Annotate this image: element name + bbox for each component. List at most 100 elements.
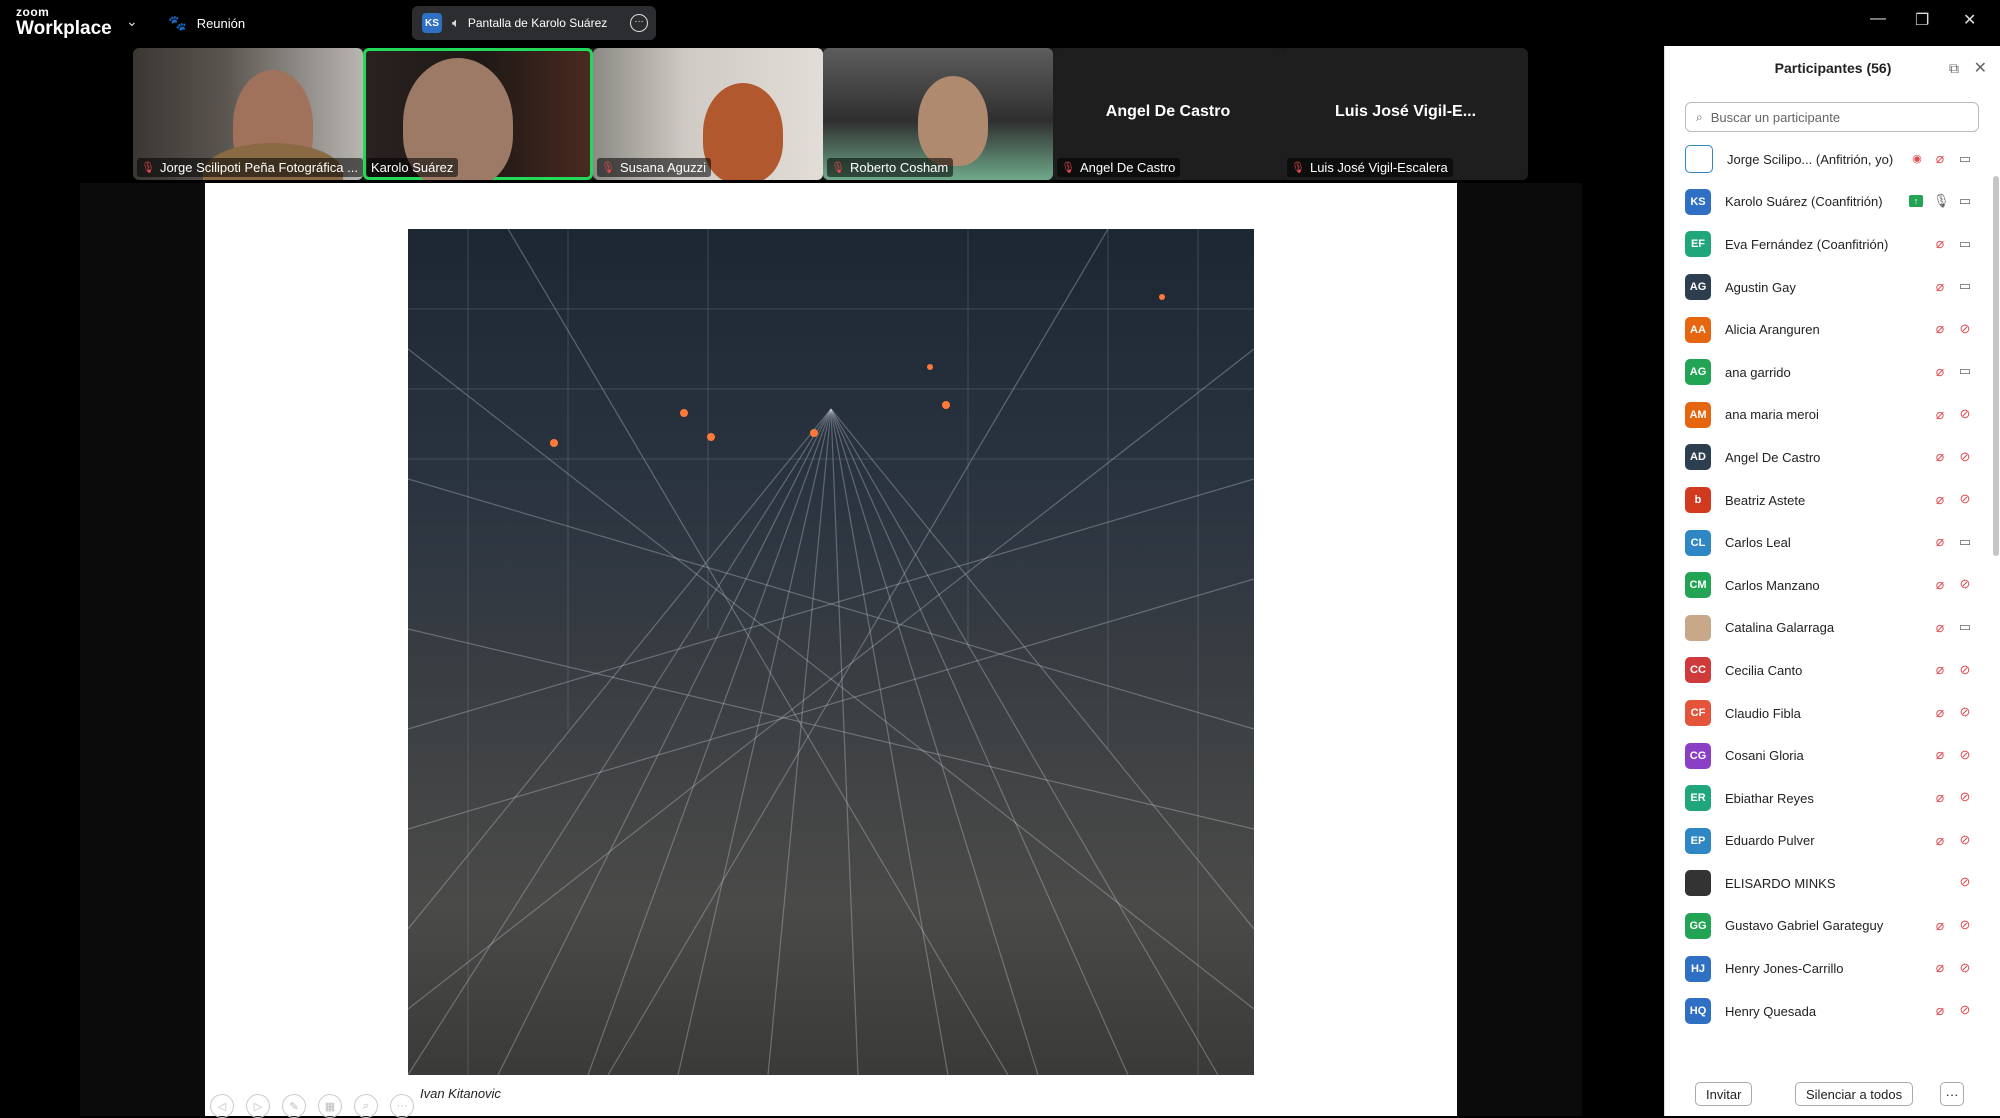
camera-off-icon[interactable]: ⊘	[1957, 747, 1973, 763]
mute-all-button[interactable]: Silenciar a todos	[1795, 1082, 1914, 1106]
zoom-icon[interactable]: ⌕	[354, 1094, 378, 1118]
slide-caption: Ivan Kitanovic	[420, 1086, 501, 1101]
next-slide-icon[interactable]: ▷	[246, 1094, 270, 1118]
more-options-icon[interactable]: ···	[630, 14, 648, 32]
mic-off-icon[interactable]: ⌀	[1933, 832, 1947, 849]
participant-row[interactable]: CC Cecilia Canto ⌀ ⊘	[1665, 649, 1981, 692]
pen-icon[interactable]: ✎	[282, 1094, 306, 1118]
camera-off-icon[interactable]: ⊘	[1957, 874, 1973, 890]
participants-panel: Participantes (56) ⧉ ✕ ⌕ Jorge Scilipo..…	[1664, 46, 2000, 1116]
participant-row[interactable]: AA Alicia Aranguren ⌀ ⊘	[1665, 308, 1981, 351]
mic-off-icon[interactable]: ⌀	[1933, 235, 1947, 252]
name-tag: 🎙︎ Jorge Scilipoti Peña Fotográfica ...	[137, 158, 363, 177]
screen-share-indicator[interactable]: KS 🔈︎ Pantalla de Karolo Suárez ···	[412, 6, 656, 40]
participant-row[interactable]: CG Cosani Gloria ⌀ ⊘	[1665, 734, 1981, 777]
logo-small-text: zoom	[16, 5, 50, 19]
mic-off-icon[interactable]: ⌀	[1933, 448, 1947, 465]
camera-off-icon[interactable]: ⊘	[1957, 789, 1973, 805]
camera-on-icon[interactable]: ▭	[1957, 534, 1973, 550]
sharer-avatar: KS	[422, 13, 442, 33]
pop-out-icon[interactable]: ⧉	[1949, 60, 1959, 77]
mic-off-icon[interactable]: ⌀	[1933, 704, 1947, 721]
mic-off-icon[interactable]: ⌀	[1933, 917, 1947, 934]
participant-row[interactable]: HJ Henry Jones-Carrillo ⌀ ⊘	[1665, 947, 1981, 990]
avatar: b	[1685, 487, 1711, 514]
participant-status-icons: ⌀ ⊘	[1933, 959, 1973, 976]
participant-row[interactable]: ELISARDO MINKS ⊘	[1665, 862, 1981, 905]
video-tile-active-speaker[interactable]: Karolo Suárez	[363, 48, 593, 180]
more-options-button[interactable]: ···	[1940, 1082, 1964, 1106]
participant-row[interactable]: AM ana maria meroi ⌀ ⊘	[1665, 394, 1981, 437]
mic-off-icon[interactable]: ⌀	[1933, 363, 1947, 380]
participant-row[interactable]: CL Carlos Leal ⌀ ▭	[1665, 521, 1981, 564]
camera-off-icon[interactable]: ⊘	[1957, 406, 1973, 422]
video-tile[interactable]: Luis José Vigil-E... 🎙︎ Luis José Vigil-…	[1283, 48, 1528, 180]
slides-grid-icon[interactable]: ▦	[318, 1094, 342, 1118]
mic-on-icon[interactable]: 🎙︎	[1933, 193, 1950, 209]
participant-row[interactable]: AG ana garrido ⌀ ▭	[1665, 351, 1981, 394]
camera-off-icon[interactable]: ⊘	[1957, 662, 1973, 678]
mic-off-icon[interactable]: ⌀	[1933, 406, 1947, 423]
camera-off-icon[interactable]: ⊘	[1957, 832, 1973, 848]
camera-on-icon[interactable]: ▭	[1957, 363, 1973, 379]
participant-row[interactable]: ER Ebiathar Reyes ⌀ ⊘	[1665, 777, 1981, 820]
mic-off-icon[interactable]: ⌀	[1933, 320, 1947, 337]
mic-off-icon[interactable]: ⌀	[1933, 619, 1947, 636]
camera-on-icon[interactable]: ▭	[1957, 619, 1973, 635]
participant-row[interactable]: GG Gustavo Gabriel Garateguy ⌀ ⊘	[1665, 905, 1981, 948]
participant-row[interactable]: EF Eva Fernández (Coanfitrión) ⌀ ▭	[1665, 223, 1981, 266]
search-input[interactable]	[1708, 108, 1963, 126]
more-icon[interactable]: ···	[390, 1094, 414, 1118]
mic-off-icon[interactable]: ⌀	[1933, 789, 1947, 806]
camera-on-icon[interactable]: ▭	[1957, 278, 1973, 294]
camera-off-icon[interactable]: ⊘	[1957, 704, 1973, 720]
mic-off-icon[interactable]: ⌀	[1933, 533, 1947, 550]
camera-off-icon[interactable]: ⊘	[1957, 449, 1973, 465]
close-window-icon[interactable]: ✕	[1963, 10, 1976, 30]
participant-row[interactable]: AG Agustin Gay ⌀ ▭	[1665, 266, 1981, 309]
close-panel-icon[interactable]: ✕	[1974, 58, 1987, 78]
participant-row[interactable]: HQ Henry Quesada ⌀ ⊘	[1665, 990, 1981, 1032]
scrollbar[interactable]	[1993, 176, 1999, 556]
camera-off-icon[interactable]: ⊘	[1957, 576, 1973, 592]
participant-name: Eva Fernández (Coanfitrión)	[1725, 236, 1889, 252]
camera-off-icon[interactable]: ⊘	[1957, 917, 1973, 933]
camera-off-icon[interactable]: ⊘	[1957, 1002, 1973, 1018]
mic-off-icon[interactable]: ⌀	[1933, 278, 1947, 295]
participant-name: Jorge Scilipoti Peña Fotográfica ...	[159, 160, 358, 175]
mic-off-icon[interactable]: ⌀	[1933, 746, 1947, 763]
participant-row[interactable]: Catalina Galarraga ⌀ ▭	[1665, 607, 1981, 650]
chevron-down-icon[interactable]: ⌄	[126, 13, 138, 30]
camera-on-icon[interactable]: ▭	[1957, 236, 1973, 252]
participant-row[interactable]: CF Claudio Fibla ⌀ ⊘	[1665, 692, 1981, 735]
video-tile[interactable]: Angel De Castro 🎙︎ Angel De Castro	[1053, 48, 1283, 180]
mic-off-icon[interactable]: ⌀	[1933, 959, 1947, 976]
previous-slide-icon[interactable]: ◁	[210, 1094, 234, 1118]
mic-off-icon[interactable]: ⌀	[1933, 491, 1947, 508]
restore-icon[interactable]: ❐	[1915, 10, 1929, 30]
participant-row[interactable]: b Beatriz Astete ⌀ ⊘	[1665, 479, 1981, 522]
participant-row[interactable]: CM Carlos Manzano ⌀ ⊘	[1665, 564, 1981, 607]
participant-row[interactable]: Jorge Scilipo... (Anfitrión, yo) ◉ ⌀ ▭	[1665, 138, 1981, 181]
meeting-menu[interactable]: 🐾 Reunión	[168, 14, 245, 32]
video-tile[interactable]: 🎙︎ Jorge Scilipoti Peña Fotográfica ...	[133, 48, 363, 180]
participant-status-icons: ⌀ ⊘	[1933, 406, 1973, 423]
participant-row[interactable]: EP Eduardo Pulver ⌀ ⊘	[1665, 820, 1981, 863]
video-tile[interactable]: 🎙︎ Susana Aguzzi	[593, 48, 823, 180]
camera-on-icon[interactable]: ▭	[1957, 193, 1973, 209]
minimize-icon[interactable]: —	[1870, 10, 1886, 28]
camera-on-icon[interactable]: ▭	[1957, 151, 1973, 167]
mic-off-icon[interactable]: ⌀	[1933, 1002, 1947, 1019]
mic-off-icon[interactable]: ⌀	[1933, 661, 1947, 678]
camera-off-icon[interactable]: ⊘	[1957, 321, 1973, 337]
search-box[interactable]: ⌕	[1685, 102, 1979, 132]
avatar: AM	[1685, 401, 1711, 428]
participant-row[interactable]: KS Karolo Suárez (Coanfitrión) ↑ 🎙︎ ▭	[1665, 181, 1981, 224]
mic-off-icon[interactable]: ⌀	[1933, 150, 1947, 167]
participant-row[interactable]: AD Angel De Castro ⌀ ⊘	[1665, 436, 1981, 479]
invite-button[interactable]: Invitar	[1695, 1082, 1753, 1106]
camera-off-icon[interactable]: ⊘	[1957, 491, 1973, 507]
camera-off-icon[interactable]: ⊘	[1957, 960, 1973, 976]
mic-off-icon[interactable]: ⌀	[1933, 576, 1947, 593]
video-tile[interactable]: 🎙︎ Roberto Cosham	[823, 48, 1053, 180]
